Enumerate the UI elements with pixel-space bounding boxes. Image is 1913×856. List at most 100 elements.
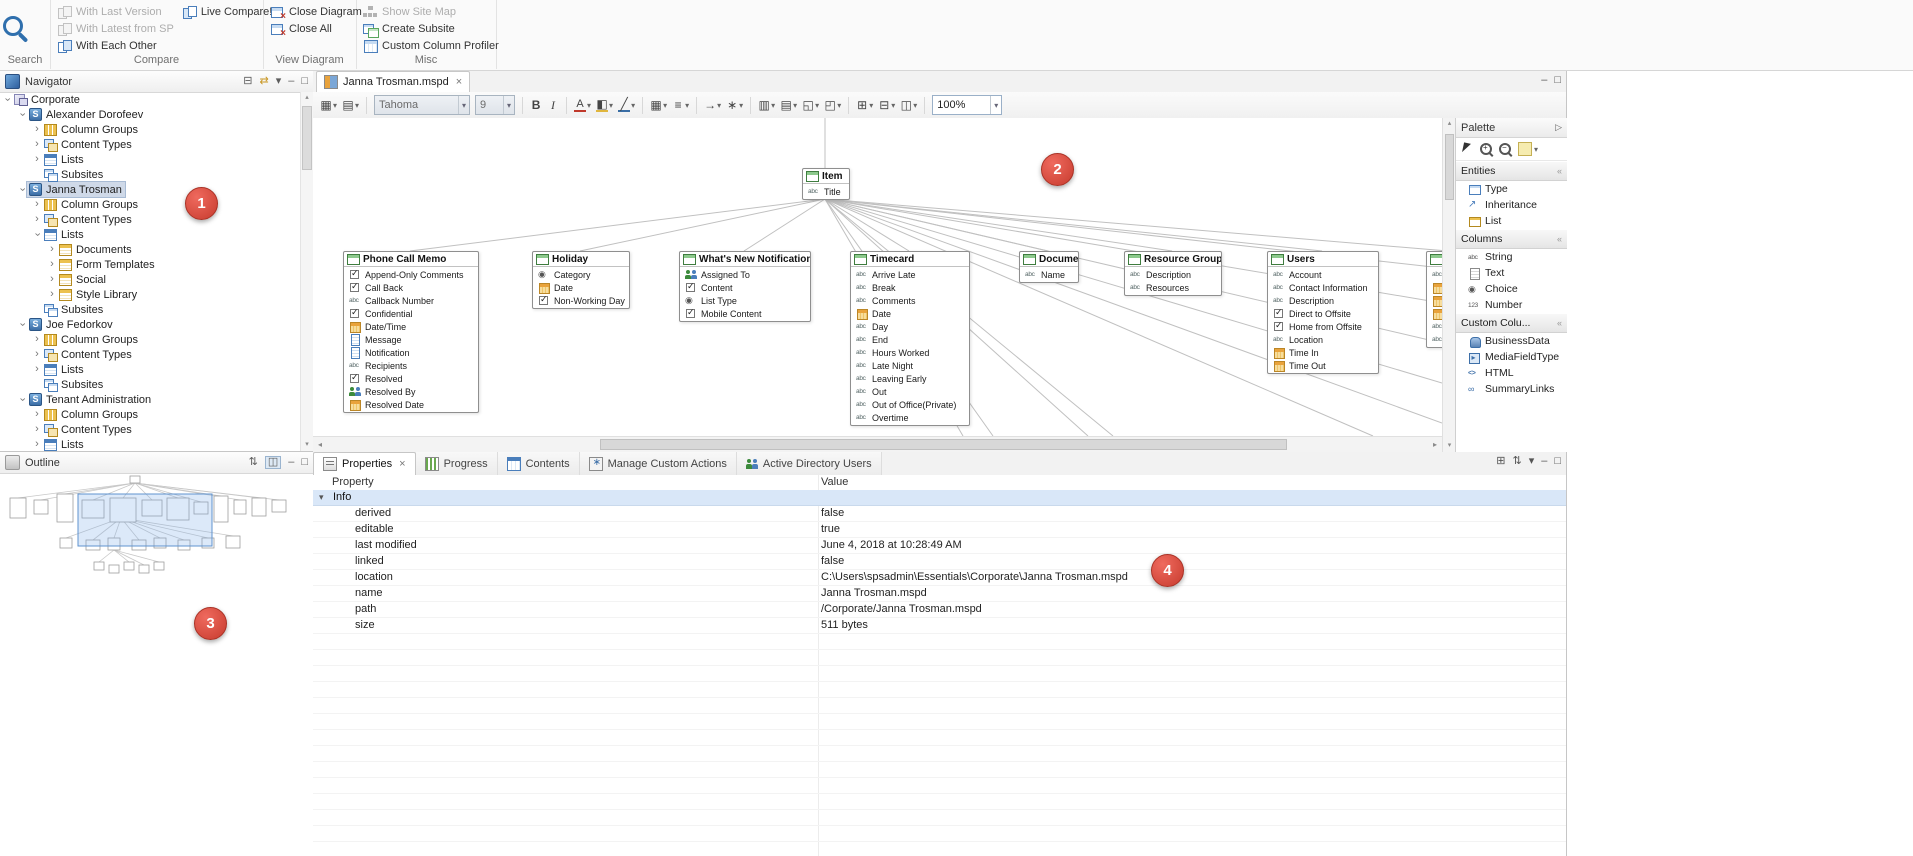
scroll-up-icon[interactable]: ▴ — [301, 92, 313, 104]
layers-button[interactable]: ◫▾ — [898, 95, 919, 115]
ribbon-button-live-compare[interactable]: Live Compare! — [182, 3, 273, 20]
zoom-in-tool[interactable]: + — [1480, 143, 1493, 156]
tree-item-alexander-dorofeev[interactable]: ›Alexander Dorofeev — [0, 107, 301, 122]
tree-item-form-templates[interactable]: ›Form Templates — [0, 257, 301, 272]
ribbon-button-close-diagram[interactable]: Close Diagram — [270, 3, 362, 20]
highlight-button[interactable]: ◧▾ — [594, 95, 615, 115]
grid-button[interactable]: ⊞▾ — [854, 95, 875, 115]
tree-item-subsites[interactable]: Subsites — [0, 302, 301, 317]
attribute-row[interactable]: abc — [1427, 333, 1442, 346]
palette-item-summarylinks[interactable]: ∞SummaryLinks — [1456, 381, 1567, 397]
attribute-row[interactable]: abcContact Information — [1268, 281, 1378, 294]
attribute-row[interactable]: abcArrive Late — [851, 268, 969, 281]
expand-arrow[interactable]: › — [32, 197, 42, 212]
expand-arrow[interactable]: › — [32, 122, 42, 137]
palette-item-businessdata[interactable]: BusinessData — [1456, 333, 1567, 349]
ribbon-button-custom-column-profiler[interactable]: Custom Column Profiler — [363, 37, 499, 54]
palette-group-entities[interactable]: Entities« — [1456, 161, 1567, 181]
expand-arrow[interactable]: › — [47, 287, 57, 302]
attribute-row[interactable]: Resolved — [344, 372, 478, 385]
outline-overview-mode-button[interactable]: ◫ — [265, 456, 281, 469]
attribute-row[interactable]: abcOut of Office(Private) — [851, 398, 969, 411]
expand-arrow[interactable]: › — [32, 332, 42, 347]
tab-properties[interactable]: Properties× — [313, 452, 416, 476]
attribute-row[interactable]: abcAccount — [1268, 268, 1378, 281]
table-style-button[interactable]: ▦▾ — [648, 95, 669, 115]
attribute-row[interactable]: abcComments — [851, 294, 969, 307]
palette-group-custom-colu[interactable]: Custom Colu...« — [1456, 313, 1567, 333]
tab-janna-trosman-mspd[interactable]: Janna Trosman.mspd × — [316, 71, 470, 92]
attribute-row[interactable]: abcLeaving Early — [851, 372, 969, 385]
connector-router-button[interactable]: →▾ — [702, 95, 723, 115]
expand-arrow[interactable]: › — [47, 242, 57, 257]
tree-item-lists[interactable]: ›Lists — [0, 437, 301, 451]
outline-minimap[interactable] — [2, 474, 302, 624]
maximize-button[interactable]: □ — [301, 457, 308, 468]
font-family-combo[interactable]: Tahoma▾ — [374, 95, 470, 115]
property-row-derived[interactable]: derivedfalse — [313, 506, 1566, 522]
attribute-row[interactable]: Date/Time — [344, 320, 478, 333]
entity-phone-call-memo[interactable]: Phone Call MemoAppend-Only CommentsCall … — [343, 251, 479, 413]
tree-item-content-types[interactable]: ›Content Types — [0, 212, 301, 227]
tree-item-column-groups[interactable]: ›Column Groups — [0, 332, 301, 347]
scroll-left-icon[interactable]: ◂ — [313, 437, 327, 452]
outline-viewport[interactable] — [78, 494, 212, 546]
attribute-row[interactable]: ◉List Type — [680, 294, 810, 307]
property-row-name[interactable]: nameJanna Trosman.mspd — [313, 586, 1566, 602]
link-with-editor-button[interactable]: ⇄ — [259, 76, 268, 87]
attribute-row[interactable]: Append-Only Comments — [344, 268, 478, 281]
view-menu-button[interactable]: ▾ — [1529, 456, 1535, 467]
attribute-row[interactable]: Resolved Date — [344, 398, 478, 411]
tree-item-column-groups[interactable]: ›Column Groups — [0, 197, 301, 212]
minimize-button[interactable]: – — [1541, 75, 1547, 86]
entity-users[interactable]: UsersabcAccountabcContact Informationabc… — [1267, 251, 1379, 374]
entity-document[interactable]: DocumentabcName — [1019, 251, 1079, 283]
entity-holiday[interactable]: Holiday◉CategoryDateNon-Working Day — [532, 251, 630, 309]
maximize-button[interactable]: □ — [301, 76, 308, 87]
attribute-row[interactable]: abcHours Worked — [851, 346, 969, 359]
note-tool[interactable]: ▾ — [1518, 142, 1538, 156]
tree-item-joe-fedorkov[interactable]: ›Joe Fedorkov — [0, 317, 301, 332]
select-tool[interactable] — [1461, 143, 1474, 156]
tree-item-column-groups[interactable]: ›Column Groups — [0, 122, 301, 137]
palette-collapse-icon[interactable]: ▷ — [1555, 122, 1562, 133]
close-icon[interactable]: × — [456, 76, 462, 88]
entity-item[interactable]: ItemabcTitle — [802, 168, 850, 200]
scrollbar-thumb[interactable] — [302, 106, 312, 170]
property-row-path[interactable]: path/Corporate/Janna Trosman.mspd — [313, 602, 1566, 618]
attribute-row[interactable]: abcResources — [1125, 281, 1221, 294]
snap-glue-button[interactable]: ∗▾ — [724, 95, 745, 115]
attribute-row[interactable]: Call Back — [344, 281, 478, 294]
ribbon-button-show-site-map[interactable]: Show Site Map — [363, 3, 499, 20]
attribute-row[interactable]: Home from Offsite — [1268, 320, 1378, 333]
tree-item-lists[interactable]: ›Lists — [0, 362, 301, 377]
palette-item-text[interactable]: Text — [1456, 265, 1567, 281]
attribute-row[interactable]: Date — [851, 307, 969, 320]
palette-item-mediafieldtype[interactable]: MediaFieldType — [1456, 349, 1567, 365]
attribute-row[interactable] — [1427, 294, 1442, 307]
attribute-row[interactable] — [1427, 281, 1442, 294]
palette-item-html[interactable]: <>HTML — [1456, 365, 1567, 381]
chevron-down-icon[interactable]: ▾ — [319, 492, 324, 503]
scroll-down-icon[interactable]: ▾ — [301, 439, 313, 451]
attribute-row[interactable]: abcLate Night — [851, 359, 969, 372]
pin-icon[interactable]: « — [1557, 234, 1562, 244]
maximize-button[interactable]: □ — [1554, 456, 1561, 467]
expand-arrow[interactable]: › — [47, 257, 57, 272]
palette-item-number[interactable]: 123Number — [1456, 297, 1567, 313]
attribute-row[interactable]: Content — [680, 281, 810, 294]
expand-arrow[interactable]: › — [32, 347, 42, 362]
scroll-right-icon[interactable]: ▸ — [1428, 437, 1442, 452]
attribute-row[interactable]: abcBreak — [851, 281, 969, 294]
expand-arrow[interactable]: › — [32, 407, 42, 422]
tree-item-content-types[interactable]: ›Content Types — [0, 422, 301, 437]
maximize-button[interactable]: □ — [1554, 75, 1561, 86]
tree-item-lists[interactable]: ›Lists — [0, 227, 301, 242]
attribute-row[interactable]: abcDescription — [1268, 294, 1378, 307]
minimize-button[interactable]: – — [1541, 456, 1547, 467]
attribute-row[interactable]: Notification — [344, 346, 478, 359]
tree-item-subsites[interactable]: Subsites — [0, 167, 301, 182]
tab-progress[interactable]: Progress — [416, 452, 498, 475]
attribute-row[interactable]: abcOut — [851, 385, 969, 398]
attribute-row[interactable]: abcLocation — [1268, 333, 1378, 346]
